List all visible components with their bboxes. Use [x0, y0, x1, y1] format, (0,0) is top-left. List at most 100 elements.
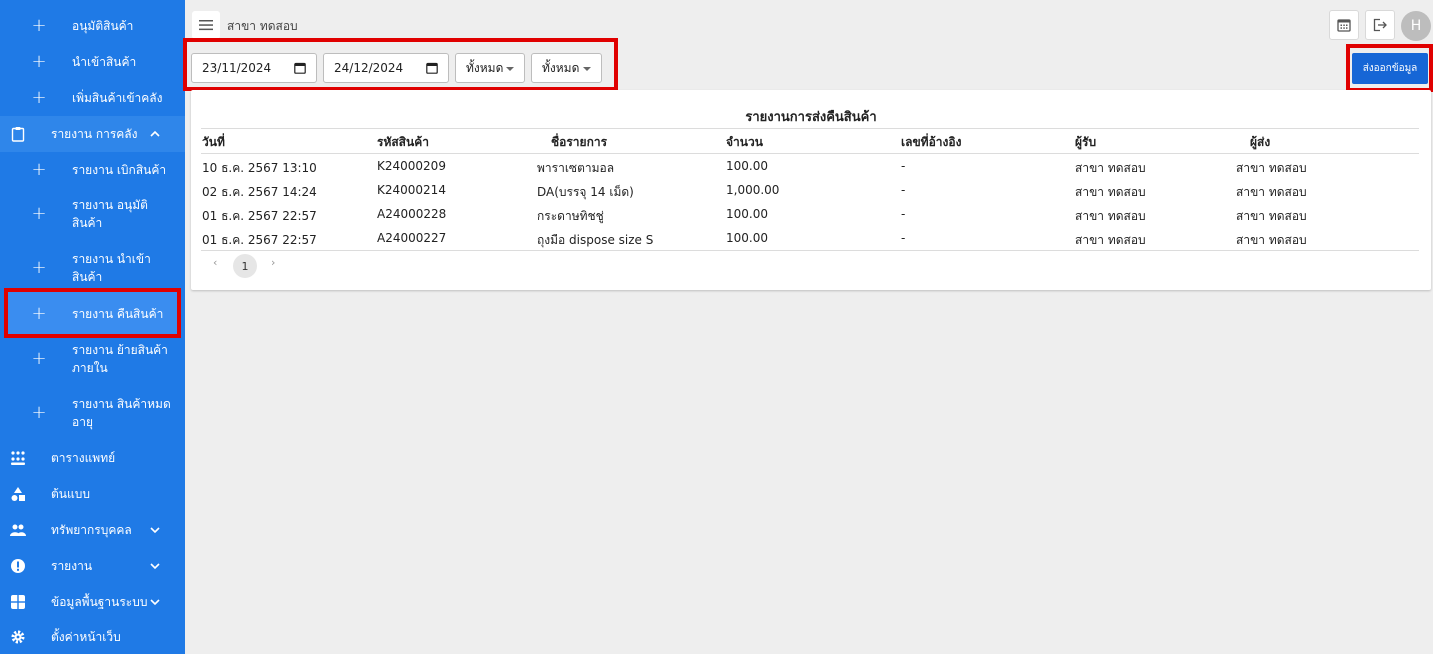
cell-reference: - — [901, 159, 906, 173]
plus-icon: + — [31, 203, 47, 224]
pagination-next[interactable]: › — [271, 256, 275, 269]
sidebar-item-label: รายงาน อนุมัติ สินค้า — [72, 198, 148, 230]
plus-icon: + — [31, 159, 47, 180]
sidebar-item-doctor-schedule[interactable]: ตารางแพทย์ — [0, 449, 185, 467]
divider — [201, 128, 1419, 129]
chevron-down-icon — [150, 599, 160, 606]
divider — [201, 153, 1419, 154]
select-value: ทั้งหมด — [542, 60, 580, 75]
calendar-icon[interactable] — [426, 62, 438, 74]
column-header-reference: เลขที่อ้างอิง — [901, 135, 962, 149]
caret-down-icon — [506, 67, 514, 71]
calendar-icon — [1337, 19, 1351, 32]
sidebar-item-label: อนุมัติสินค้า — [72, 19, 134, 33]
select-value: ทั้งหมด — [466, 60, 504, 75]
filter-select-1[interactable]: ทั้งหมด — [455, 53, 525, 83]
hamburger-icon — [199, 20, 213, 31]
cell-date: 01 ธ.ค. 2567 22:57 — [202, 233, 317, 247]
grid-icon — [11, 595, 25, 609]
filter-select-2[interactable]: ทั้งหมด — [531, 53, 602, 83]
pagination-prev[interactable]: ‹ — [213, 256, 217, 269]
people-grid-icon — [11, 451, 25, 465]
hamburger-menu-button[interactable] — [192, 11, 220, 39]
sidebar-item-label: รายงาน เบิกสินค้า — [72, 163, 167, 177]
sidebar-section-stock-report[interactable]: รายงาน การคลัง — [0, 116, 185, 152]
column-header-receiver: ผู้รับ — [1075, 135, 1097, 149]
column-header-quantity: จำนวน — [726, 135, 763, 149]
sidebar-item-label: ตั้งค่าหน้าเว็บ — [51, 630, 121, 644]
sidebar-item-withdraw-report[interactable]: + รายงาน เบิกสินค้า — [0, 160, 185, 180]
sidebar-item-label: รายงาน สินค้าหมด อายุ — [72, 397, 171, 429]
sidebar-item-reports[interactable]: รายงาน — [0, 557, 185, 575]
sidebar-item-label: รายงาน ย้ายสินค้า ภายใน — [72, 343, 168, 375]
cell-name: DA(บรรจุ 14 เม็ด) — [537, 185, 634, 199]
column-header-date: วันที่ — [202, 135, 225, 149]
column-header-sender: ผู้ส่ง — [1250, 135, 1271, 149]
alert-icon — [11, 559, 25, 573]
sidebar-item-label: ต้นแบบ — [51, 487, 90, 501]
sidebar-item-master-data[interactable]: ข้อมูลพื้นฐานระบบ — [0, 593, 185, 611]
cell-receiver: สาขา ทดสอบ — [1075, 209, 1146, 223]
sidebar-item-hr[interactable]: ทรัพยากรบุคคล — [0, 521, 185, 539]
plus-icon: + — [31, 51, 47, 72]
sidebar-item-approve-report[interactable]: + รายงาน อนุมัติ สินค้า — [0, 196, 185, 232]
cell-code: A24000228 — [377, 207, 447, 221]
column-header-name: ชื่อรายการ — [551, 135, 608, 149]
sidebar-item-import-report[interactable]: + รายงาน นำเข้า สินค้า — [0, 250, 185, 286]
shapes-icon — [11, 487, 25, 501]
cell-code: K24000214 — [377, 183, 446, 197]
cell-sender: สาขา ทดสอบ — [1236, 185, 1307, 199]
chevron-up-icon — [150, 130, 160, 137]
branch-title: สาขา ทดสอบ — [227, 19, 298, 33]
cell-name: พาราเซตามอล — [537, 161, 615, 175]
plus-icon: + — [31, 303, 47, 324]
sidebar-item-expired-report[interactable]: + รายงาน สินค้าหมด อายุ — [0, 395, 185, 431]
export-button[interactable]: ส่งออกข้อมูล — [1352, 53, 1428, 84]
logout-icon — [1373, 18, 1387, 32]
cell-receiver: สาขา ทดสอบ — [1075, 185, 1146, 199]
cell-code: K24000209 — [377, 159, 446, 173]
date-to-value: 24/12/2024 — [334, 61, 404, 75]
user-avatar[interactable]: H — [1401, 11, 1431, 41]
cell-date: 01 ธ.ค. 2567 22:57 — [202, 209, 317, 223]
cell-date: 10 ธ.ค. 2567 13:10 — [202, 161, 317, 175]
sidebar-item-label: ทรัพยากรบุคคล — [51, 523, 132, 537]
cell-name: กระดาษทิชชู่ — [537, 209, 604, 223]
chevron-down-icon — [150, 563, 160, 570]
date-to-input[interactable]: 24/12/2024 — [323, 53, 449, 83]
calendar-button[interactable] — [1329, 10, 1359, 40]
sidebar-item-add-stock[interactable]: + เพิ่มสินค้าเข้าคลัง — [0, 88, 185, 108]
sidebar-item-label: เพิ่มสินค้าเข้าคลัง — [72, 91, 163, 105]
cell-reference: - — [901, 207, 906, 221]
plus-icon: + — [31, 348, 47, 369]
logout-button[interactable] — [1365, 10, 1395, 40]
sidebar-section-label: รายงาน การคลัง — [51, 127, 138, 141]
cell-sender: สาขา ทดสอบ — [1236, 233, 1307, 247]
plus-icon: + — [31, 87, 47, 108]
cell-receiver: สาขา ทดสอบ — [1075, 233, 1146, 247]
sidebar-item-label: ข้อมูลพื้นฐานระบบ — [51, 595, 148, 609]
calendar-icon[interactable] — [294, 62, 306, 74]
cell-quantity: 1,000.00 — [726, 183, 780, 197]
cell-date: 02 ธ.ค. 2567 14:24 — [202, 185, 317, 199]
sidebar-item-approve-product[interactable]: + อนุมัติสินค้า — [0, 16, 185, 36]
plus-icon: + — [31, 402, 47, 423]
sidebar-item-import-product[interactable]: + นำเข้าสินค้า — [0, 52, 185, 72]
divider — [201, 250, 1419, 251]
cell-receiver: สาขา ทดสอบ — [1075, 161, 1146, 175]
chevron-down-icon — [150, 527, 160, 534]
cell-sender: สาขา ทดสอบ — [1236, 161, 1307, 175]
sidebar-item-templates[interactable]: ต้นแบบ — [0, 485, 185, 503]
caret-down-icon — [583, 67, 591, 71]
sidebar-item-label: ตารางแพทย์ — [51, 451, 116, 465]
sidebar-item-web-settings[interactable]: ตั้งค่าหน้าเว็บ — [0, 628, 185, 646]
cell-reference: - — [901, 231, 906, 245]
sidebar-item-label: รายงาน นำเข้า สินค้า — [72, 252, 151, 284]
cell-quantity: 100.00 — [726, 231, 768, 245]
pagination-page-current[interactable]: 1 — [233, 254, 257, 278]
sidebar-item-return-report[interactable]: + รายงาน คืนสินค้า — [5, 292, 181, 336]
cell-code: A24000227 — [377, 231, 447, 245]
clipboard-icon — [11, 127, 25, 142]
date-from-input[interactable]: 23/11/2024 — [191, 53, 317, 83]
sidebar-item-transfer-report[interactable]: + รายงาน ย้ายสินค้า ภายใน — [0, 341, 185, 377]
